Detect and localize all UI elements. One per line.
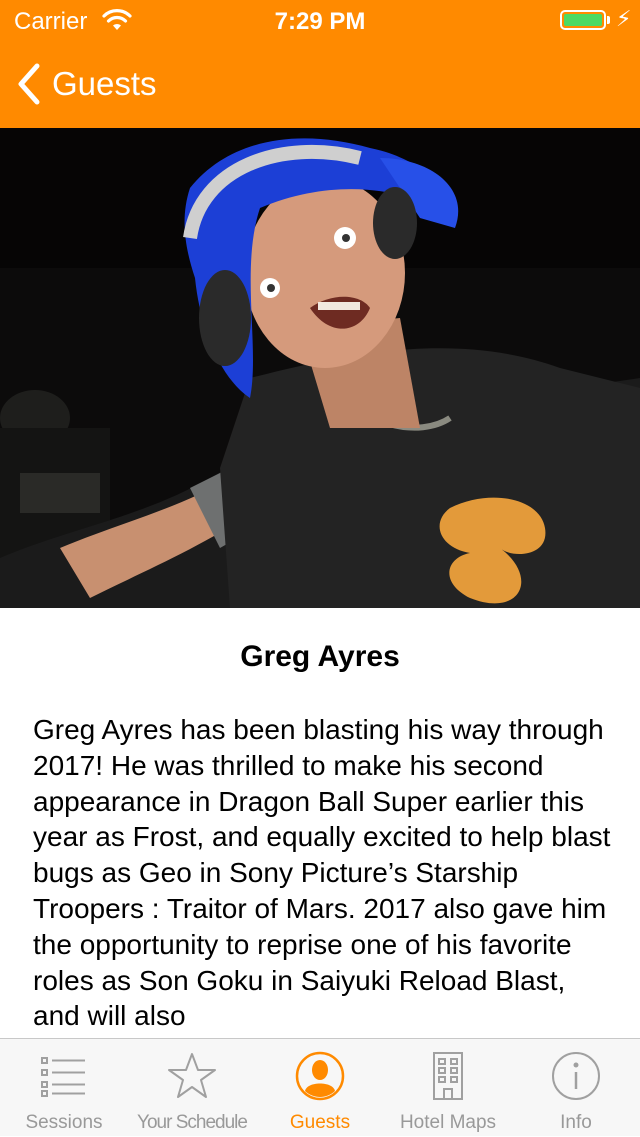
charging-bolt-icon: ⚡︎	[616, 6, 632, 31]
battery-icon	[560, 10, 606, 30]
status-time: 7:29 PM	[274, 8, 366, 35]
star-icon	[168, 1053, 216, 1098]
tab-bar: Sessions Your Schedule Guests Hotel Maps	[0, 1038, 640, 1136]
tab-label: Your Schedule	[137, 1112, 248, 1133]
status-bar: Carrier 7:29 PM ⚡︎	[0, 0, 640, 40]
tab-label: Sessions	[25, 1112, 103, 1133]
tab-label: Info	[560, 1112, 592, 1133]
back-button-label: Guests	[52, 65, 157, 102]
guest-bio: Greg Ayres has been blasting his way thr…	[33, 714, 611, 1032]
chevron-left-icon	[18, 63, 40, 105]
guest-photo	[0, 128, 640, 608]
tab-info[interactable]: Info	[512, 1039, 640, 1137]
navigation-bar: Guests	[0, 40, 640, 128]
building-icon	[433, 1052, 463, 1100]
tab-sessions[interactable]: Sessions	[0, 1039, 128, 1137]
back-button[interactable]: Guests	[14, 62, 157, 106]
tab-your-schedule[interactable]: Your Schedule	[128, 1039, 256, 1137]
tab-label: Hotel Maps	[399, 1112, 497, 1133]
header: Carrier 7:29 PM ⚡︎ Guests	[0, 0, 640, 128]
battery-tip	[607, 16, 610, 24]
tab-guests[interactable]: Guests	[256, 1039, 384, 1137]
info-icon	[552, 1052, 600, 1100]
tab-hotel-maps[interactable]: Hotel Maps	[384, 1039, 512, 1137]
guest-name: Greg Ayres	[240, 640, 400, 673]
tab-label: Guests	[289, 1112, 351, 1133]
person-icon	[295, 1051, 345, 1101]
guest-photo-image	[0, 128, 640, 608]
list-icon	[41, 1057, 85, 1097]
